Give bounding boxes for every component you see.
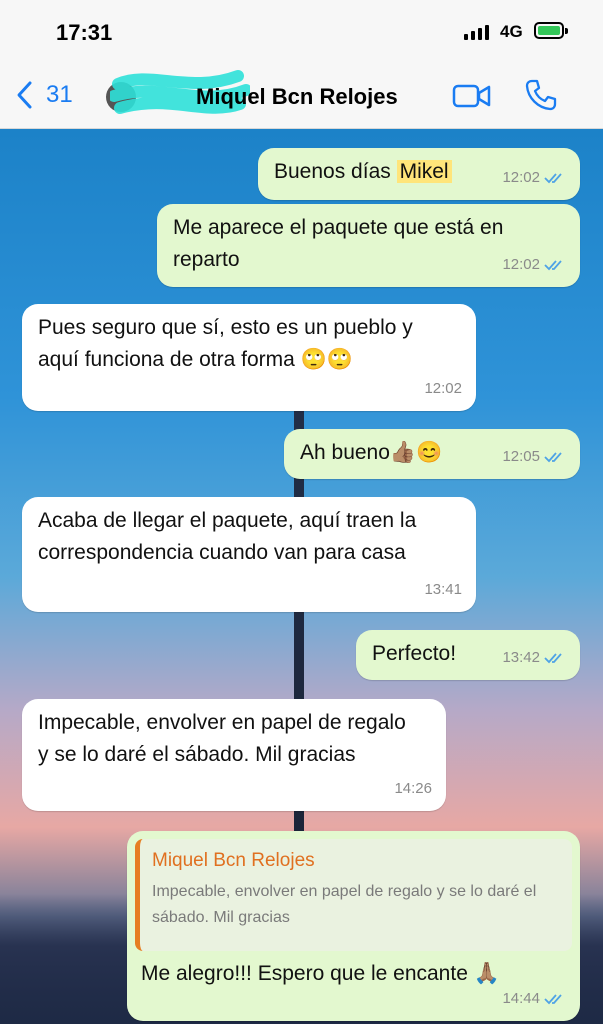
contact-name[interactable]: Miquel Bcn Relojes bbox=[196, 84, 398, 110]
message-text: Pues seguro que sí, esto es un pueblo y … bbox=[38, 316, 413, 371]
message-bubble-out-reply[interactable]: Miquel Bcn Relojes Impecable, envolver e… bbox=[127, 831, 580, 1021]
message-text: Me alegro!!! Espero que le encante 🙏🏽 bbox=[141, 962, 500, 985]
message-time: 12:02 bbox=[502, 256, 540, 273]
read-ticks-icon bbox=[544, 260, 562, 271]
top-bar: 17:31 4G 31 Miquel Bcn Relojes bbox=[0, 0, 603, 129]
message-bubble-in[interactable]: Impecable, envolver en papel de regalo y… bbox=[22, 699, 446, 811]
message-time: 14:26 bbox=[394, 780, 432, 797]
message-time: 13:42 bbox=[502, 649, 540, 666]
status-time: 17:31 bbox=[56, 20, 113, 45]
highlighted-word: Mikel bbox=[396, 160, 452, 183]
battery-icon bbox=[534, 22, 568, 39]
message-bubble-in[interactable]: Acaba de llegar el paquete, aquí traen l… bbox=[22, 497, 476, 612]
message-bubble-out[interactable]: Perfecto! 13:42 bbox=[356, 630, 580, 680]
message-text: Impecable, envolver en papel de regalo y… bbox=[38, 711, 406, 766]
quoted-text: Impecable, envolver en papel de regalo y… bbox=[152, 883, 537, 926]
read-ticks-icon bbox=[544, 452, 562, 463]
message-text: Acaba de llegar el paquete, aquí traen l… bbox=[38, 509, 417, 564]
chevron-left-icon bbox=[17, 81, 32, 109]
read-ticks-icon bbox=[544, 173, 562, 184]
read-ticks-icon bbox=[544, 653, 562, 664]
video-call-icon[interactable] bbox=[452, 81, 492, 111]
message-time: 13:41 bbox=[424, 581, 462, 598]
back-button[interactable]: 31 bbox=[14, 80, 73, 110]
message-bubble-out[interactable]: Ah bueno👍🏽😊 12:05 bbox=[284, 429, 580, 479]
quoted-author: Miquel Bcn Relojes bbox=[152, 850, 315, 871]
message-bubble-out[interactable]: Me aparece el paquete que está en repart… bbox=[157, 204, 580, 287]
message-time: 14:44 bbox=[502, 990, 540, 1007]
message-bubble-out[interactable]: Buenos días Mikel 12:02 bbox=[258, 148, 580, 200]
unread-count: 31 bbox=[46, 81, 73, 108]
signal-icon bbox=[464, 25, 489, 40]
network-label: 4G bbox=[500, 22, 523, 41]
message-time: 12:05 bbox=[502, 448, 540, 465]
read-ticks-icon bbox=[544, 994, 562, 1005]
message-time: 12:02 bbox=[502, 169, 540, 186]
message-bubble-in[interactable]: Pues seguro que sí, esto es un pueblo y … bbox=[22, 304, 476, 411]
message-text: Buenos días bbox=[274, 160, 397, 183]
chat-area[interactable]: Buenos días Mikel 12:02 Me aparece el pa… bbox=[0, 129, 603, 1024]
phone-call-icon[interactable] bbox=[524, 78, 558, 112]
message-time: 12:02 bbox=[424, 380, 462, 397]
quoted-message[interactable]: Miquel Bcn Relojes Impecable, envolver e… bbox=[135, 839, 572, 951]
